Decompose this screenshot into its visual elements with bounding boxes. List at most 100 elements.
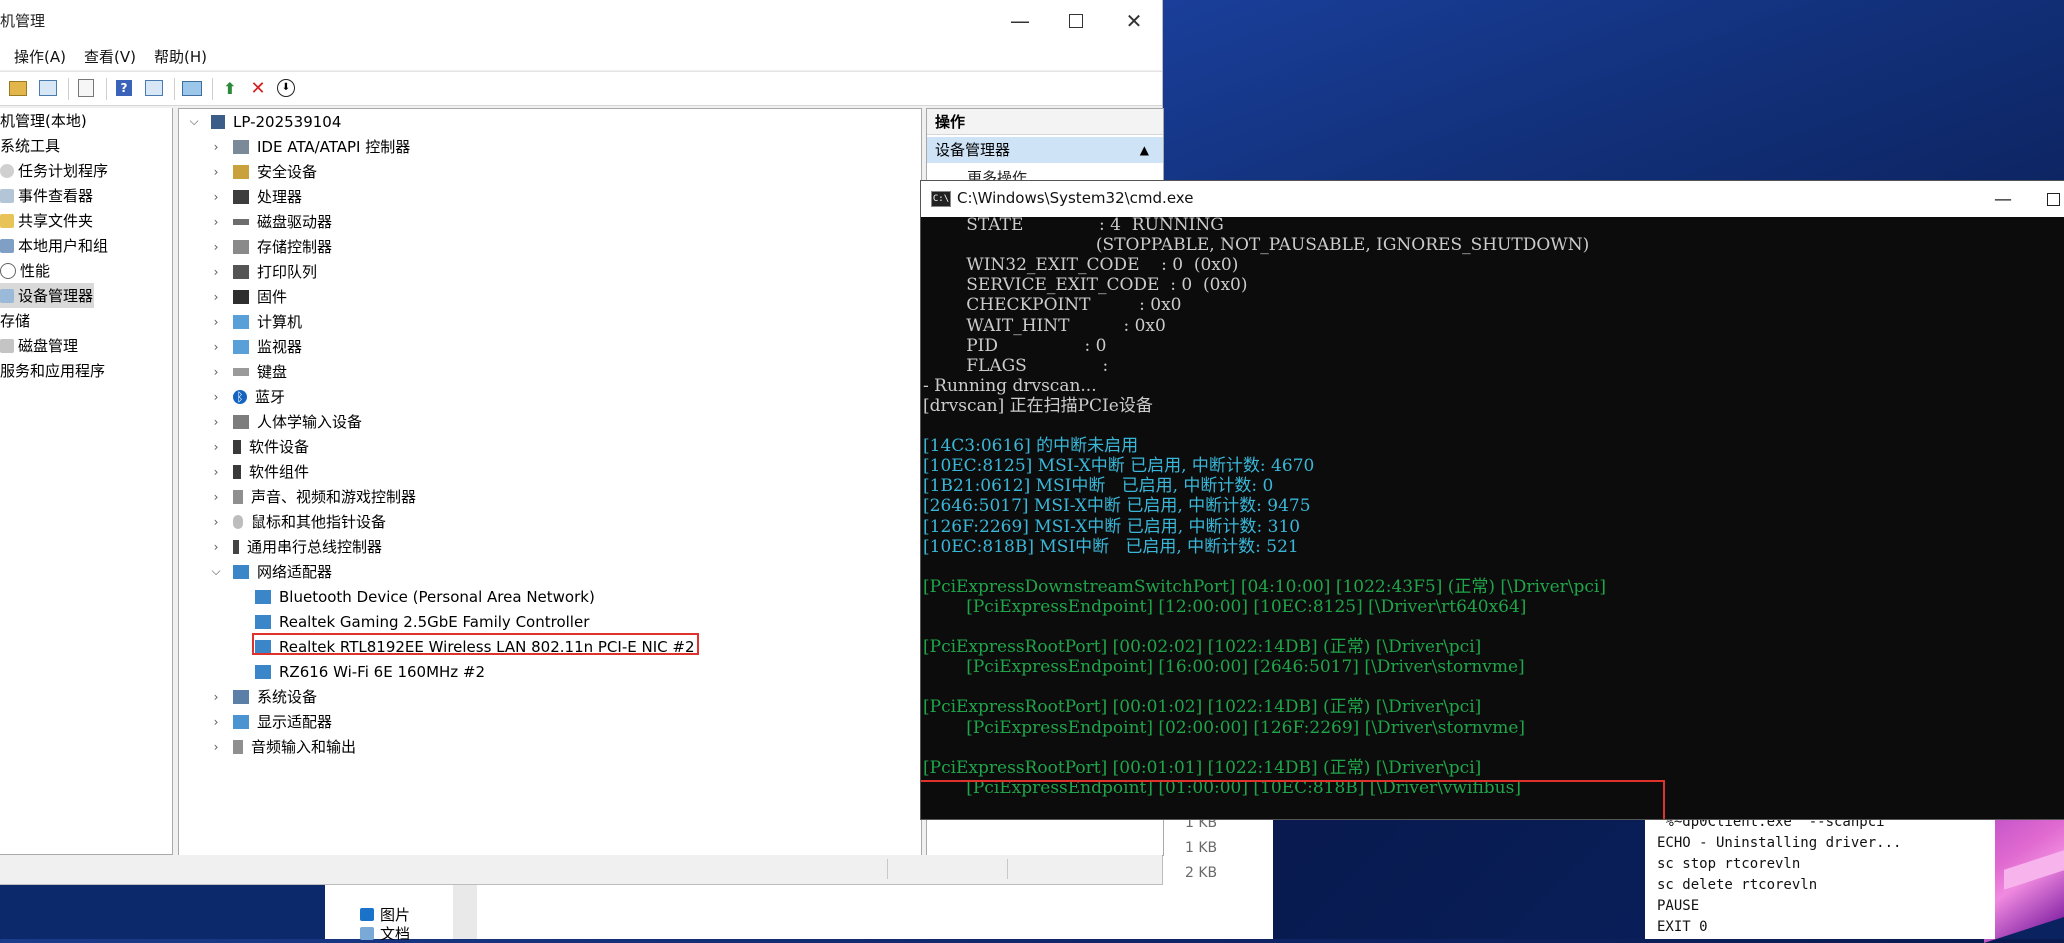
tree-item-local-users[interactable]: 本地用户和组 — [0, 233, 108, 258]
chevron-right-icon[interactable]: › — [209, 340, 223, 354]
chevron-right-icon[interactable]: › — [209, 290, 223, 304]
toolbar-up-button[interactable] — [6, 76, 30, 100]
device-category[interactable]: › 人体学输入设备 — [209, 409, 362, 434]
window-title: 机管理 — [0, 12, 46, 30]
device-category[interactable]: › 鼠标和其他指针设备 — [209, 509, 386, 534]
explorer-size-column: 1 KB 1 KB 2 KB — [1163, 810, 1273, 939]
chevron-down-icon[interactable]: ⌵ — [187, 114, 201, 129]
cmd-titlebar[interactable]: C:\ C:\Windows\System32\cmd.exe — — [921, 181, 2064, 217]
device-category[interactable]: › 计算机 — [209, 309, 302, 334]
tree-item-shared-folders[interactable]: 共享文件夹 — [0, 208, 93, 233]
tree-item-services[interactable]: 服务和应用程序 — [0, 358, 105, 383]
chevron-right-icon[interactable]: › — [209, 140, 223, 154]
network-device[interactable]: Realtek Gaming 2.5GbE Family Controller — [255, 609, 589, 634]
cmd-output-line: [PciExpressRootPort] [00:01:02] [1022:14… — [923, 697, 1482, 718]
tree-item[interactable]: 系统工具 — [0, 133, 60, 158]
device-category[interactable]: › 键盘 — [209, 359, 287, 384]
device-category[interactable]: › 通用串行总线控制器 — [209, 534, 382, 559]
device-category[interactable]: › 系统设备 — [209, 684, 317, 709]
cm-titlebar[interactable]: 机管理 — ✕ — [0, 0, 1162, 42]
chevron-right-icon[interactable]: › — [209, 315, 223, 329]
device-category[interactable]: › 音频输入和输出 — [209, 734, 356, 759]
cmd-minimize-button[interactable]: — — [1983, 185, 2023, 213]
chevron-right-icon[interactable]: › — [209, 365, 223, 379]
toolbar-help-button[interactable]: ? — [112, 76, 136, 100]
device-category[interactable]: › 处理器 — [209, 184, 302, 209]
device-category[interactable]: › 打印队列 — [209, 259, 317, 284]
chevron-right-icon[interactable]: › — [209, 415, 223, 429]
actions-subheader[interactable]: 设备管理器 ▲ — [927, 137, 1163, 163]
device-category[interactable]: › 安全设备 — [209, 159, 317, 184]
chevron-right-icon[interactable]: › — [209, 390, 223, 404]
device-category[interactable]: › 软件组件 — [209, 459, 309, 484]
tree-item-device-manager[interactable]: 设备管理器 — [0, 283, 94, 308]
device-category-label: 通用串行总线控制器 — [247, 538, 383, 556]
cmd-output-line: [10EC:8125] MSI-X中断 已启用, 中断计数: 4670 — [923, 456, 1315, 477]
network-device[interactable]: Bluetooth Device (Personal Area Network) — [255, 584, 595, 609]
explorer-nav-item-pictures[interactable]: 图片 — [360, 904, 410, 925]
toolbar-download-button[interactable]: ⬇ — [274, 76, 298, 100]
security-device-icon — [233, 164, 249, 179]
disk-drive-icon — [233, 218, 249, 225]
chevron-right-icon[interactable]: › — [209, 240, 223, 254]
toolbar-separator — [174, 78, 175, 100]
minimize-button[interactable]: — — [1000, 6, 1040, 36]
device-category[interactable]: › IDE ATA/ATAPI 控制器 — [209, 134, 411, 159]
collapse-up-icon[interactable]: ▲ — [1140, 137, 1149, 163]
device-category-label: 打印队列 — [257, 263, 318, 281]
chevron-right-icon[interactable]: › — [209, 515, 223, 529]
toolbar-uninstall-button[interactable]: ✕ — [246, 76, 270, 100]
network-device[interactable]: RZ616 Wi-Fi 6E 160MHz #2 — [255, 659, 485, 684]
tree-item[interactable]: 机管理(本地) — [0, 108, 87, 133]
explorer-nav-item-documents[interactable]: 文档 — [360, 926, 410, 940]
ide-controller-icon — [233, 139, 249, 154]
device-category-label: 监视器 — [257, 338, 303, 356]
cmd-output[interactable]: STATE : 4 RUNNING (STOPPABLE, NOT_PAUSAB… — [921, 217, 2064, 819]
chevron-right-icon[interactable]: › — [209, 190, 223, 204]
device-tree-root[interactable]: ⌵ LP-202539104 — [187, 109, 341, 134]
chevron-right-icon[interactable]: › — [209, 540, 223, 554]
toolbar-update-driver-button[interactable]: ⬆ — [218, 76, 242, 100]
close-button[interactable]: ✕ — [1114, 6, 1154, 36]
menu-action[interactable]: 操作(A) — [14, 46, 66, 67]
explorer-nav-label: 文档 — [380, 926, 411, 940]
toolbar-show-hide-button[interactable] — [36, 76, 60, 100]
device-category[interactable]: › 固件 — [209, 284, 287, 309]
chevron-right-icon[interactable]: › — [209, 715, 223, 729]
cmd-output-line: - Running drvscan... — [923, 375, 1097, 396]
menu-view[interactable]: 查看(V) — [84, 46, 136, 67]
menu-help[interactable]: 帮助(H) — [154, 46, 207, 67]
chevron-right-icon[interactable]: › — [209, 740, 223, 754]
tree-item-event-viewer[interactable]: 事件查看器 — [0, 183, 93, 208]
device-category[interactable]: › 磁盘驱动器 — [209, 209, 332, 234]
device-category-label: 计算机 — [257, 313, 303, 331]
device-category[interactable]: › 存储控制器 — [209, 234, 332, 259]
device-category[interactable]: › 监视器 — [209, 334, 302, 359]
chevron-right-icon[interactable]: › — [209, 215, 223, 229]
chevron-down-icon[interactable]: ⌵ — [209, 564, 223, 579]
maximize-button[interactable] — [1056, 6, 1096, 36]
toolbar-scan-button[interactable] — [180, 76, 204, 100]
tree-item-task-scheduler[interactable]: 任务计划程序 — [0, 158, 108, 183]
cmd-output-line: [PciExpressRootPort] [00:01:01] [1022:14… — [923, 757, 1482, 778]
chevron-right-icon[interactable]: › — [209, 165, 223, 179]
device-category-label: 鼠标和其他指针设备 — [251, 513, 387, 531]
device-category[interactable]: › 显示适配器 — [209, 709, 332, 734]
device-category[interactable]: › 软件设备 — [209, 434, 309, 459]
tree-item-storage[interactable]: 存储 — [0, 308, 30, 333]
chevron-right-icon[interactable]: › — [209, 265, 223, 279]
chevron-right-icon[interactable]: › — [209, 465, 223, 479]
tree-item-disk-management[interactable]: 磁盘管理 — [0, 333, 78, 358]
chevron-right-icon[interactable]: › — [209, 490, 223, 504]
tree-item-performance[interactable]: 性能 — [0, 258, 50, 283]
close-icon: ✕ — [1125, 9, 1143, 33]
device-category[interactable]: › 声音、视频和游戏控制器 — [209, 484, 416, 509]
toolbar-view-button[interactable] — [142, 76, 166, 100]
device-category[interactable]: › ᛒ 蓝牙 — [209, 384, 285, 409]
cmd-maximize-button[interactable] — [2033, 185, 2064, 213]
toolbar-properties-button[interactable] — [74, 76, 98, 100]
device-category-network[interactable]: ⌵ 网络适配器 — [209, 559, 332, 584]
chevron-right-icon[interactable]: › — [209, 690, 223, 704]
chevron-right-icon[interactable]: › — [209, 440, 223, 454]
computer-icon — [211, 114, 225, 129]
